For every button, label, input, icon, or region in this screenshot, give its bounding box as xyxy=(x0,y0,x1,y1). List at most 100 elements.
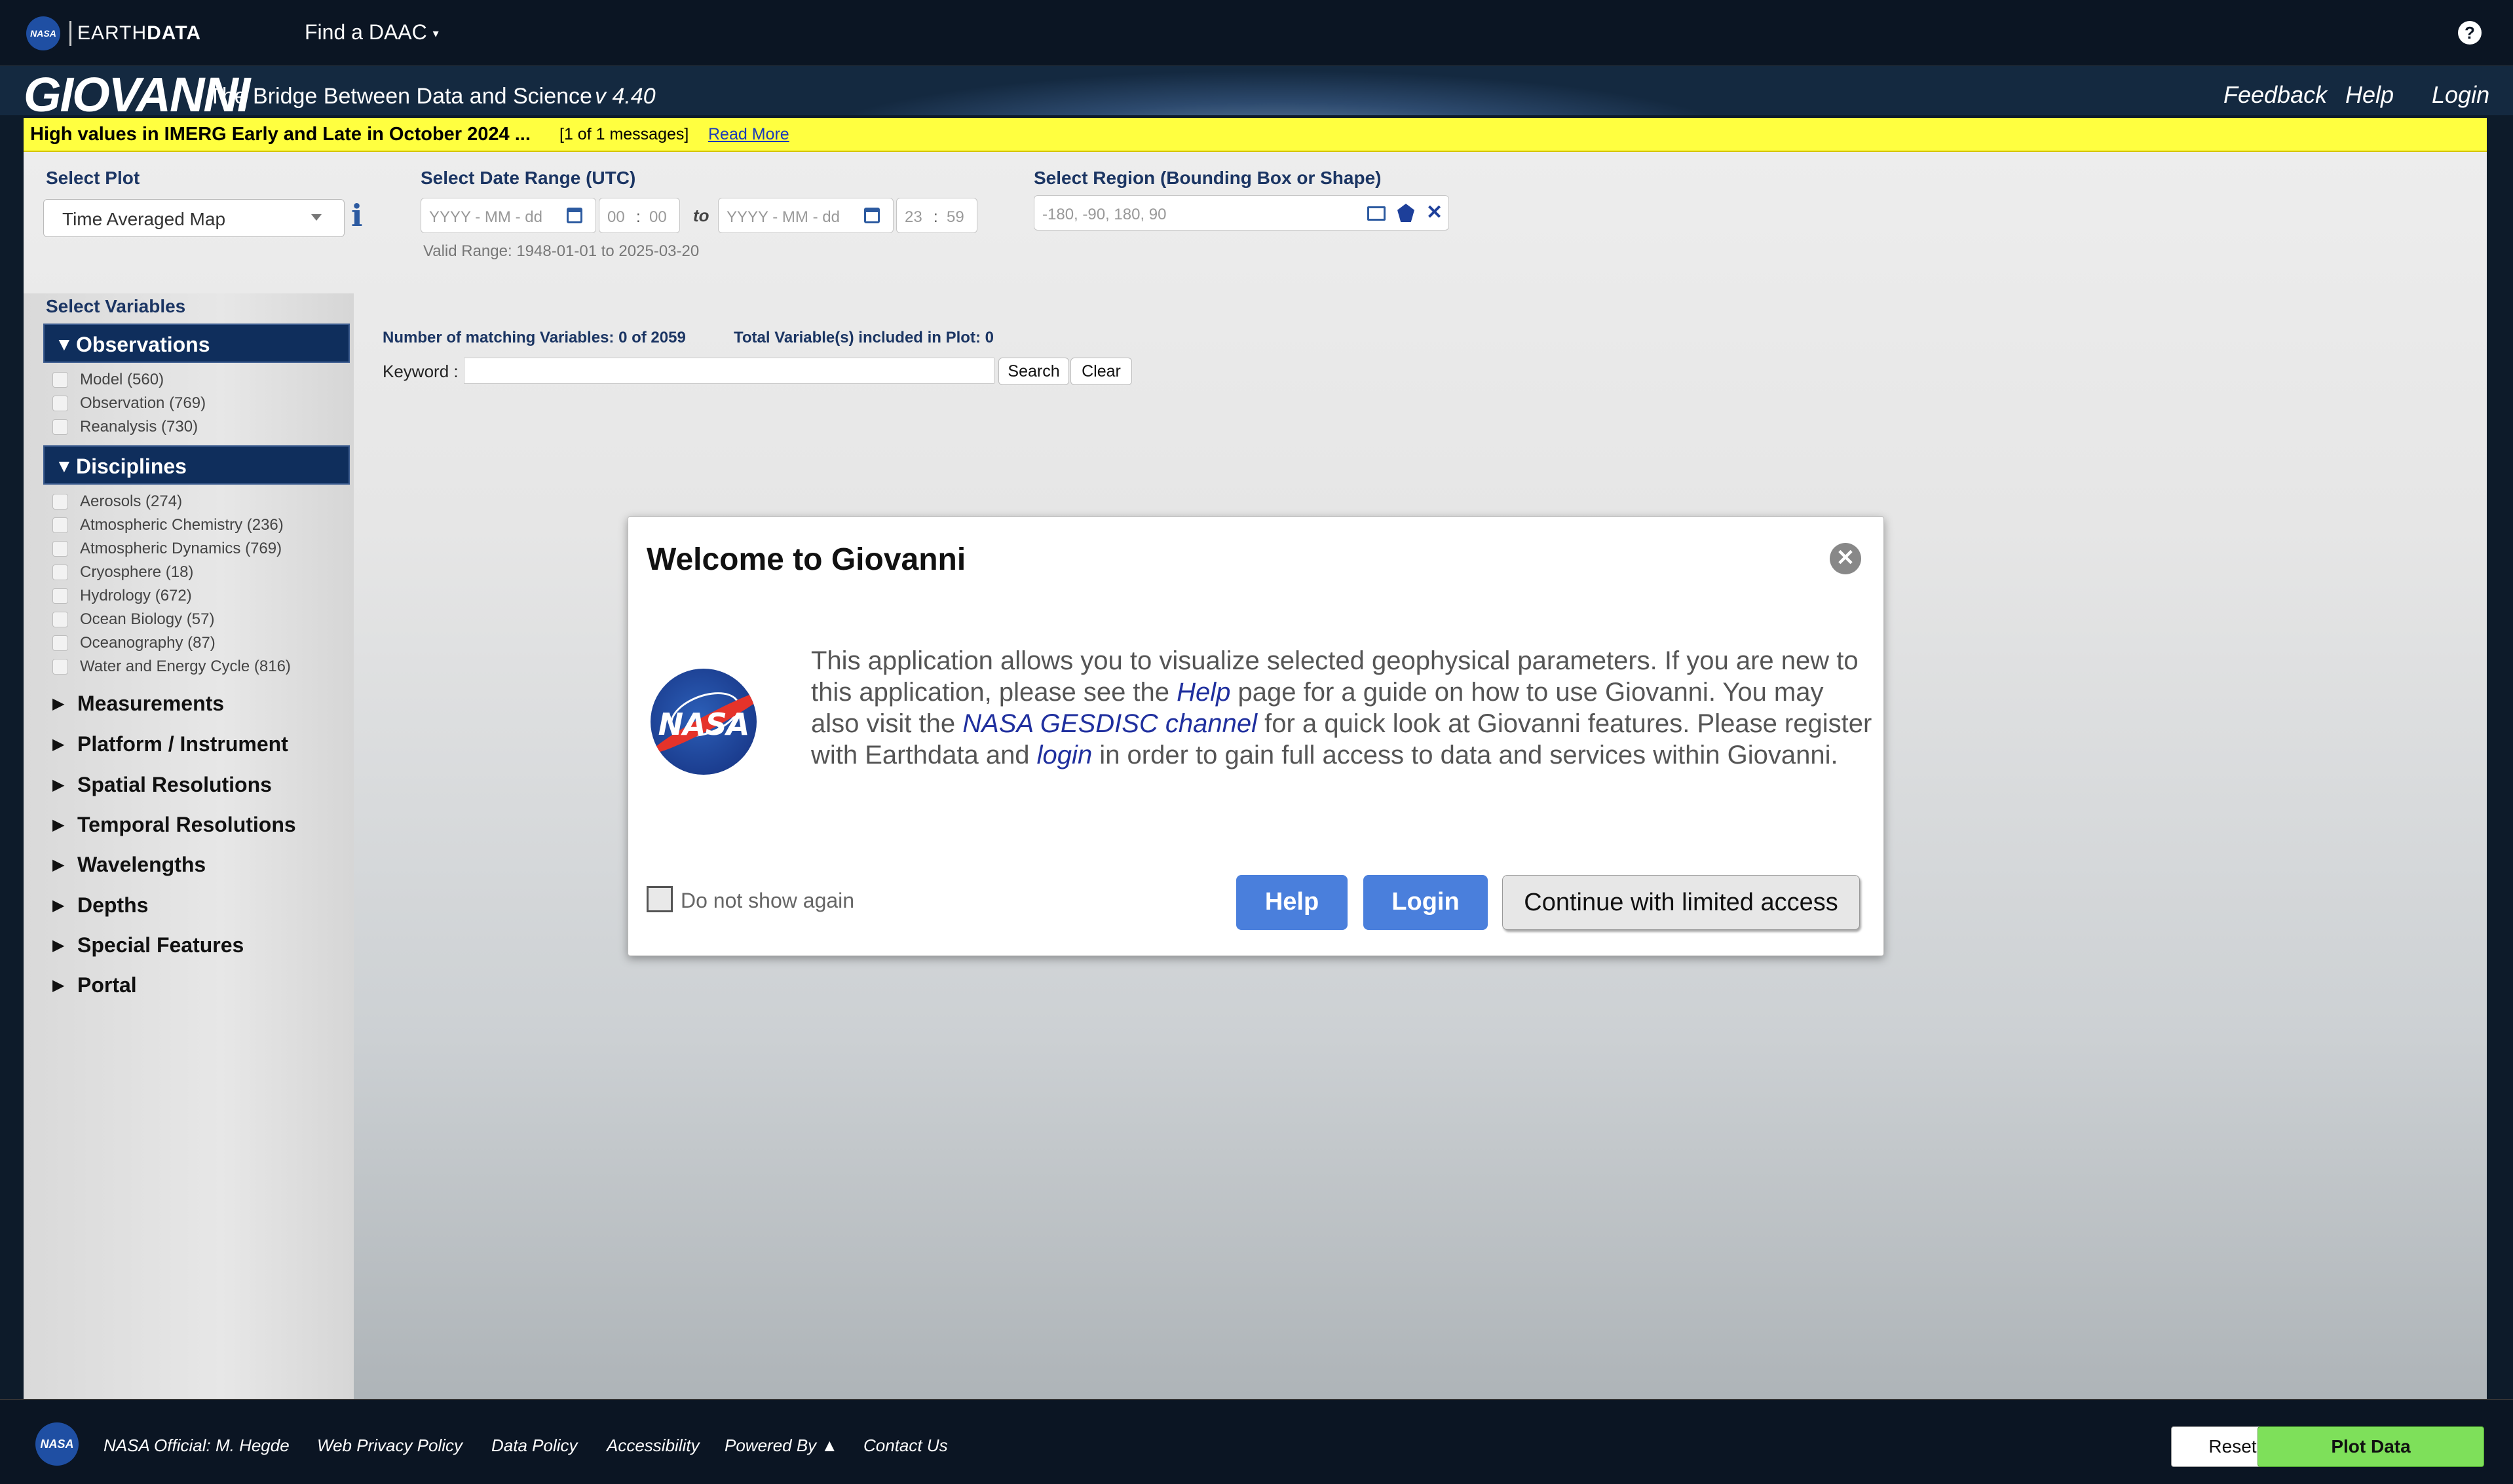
start-date-input[interactable]: YYYY - MM - dd xyxy=(421,198,596,233)
gesdisc-channel-link[interactable]: NASA GESDISC channel xyxy=(962,709,1257,738)
footer-official: NASA Official: M. Hegde xyxy=(104,1436,290,1455)
calendar-icon[interactable] xyxy=(864,208,880,223)
plot-type-select[interactable]: Time Averaged Map xyxy=(43,199,345,237)
facet-item-label: Hydrology (672) xyxy=(80,587,192,604)
find-daac-label: Find a DAAC xyxy=(305,20,427,44)
login-link[interactable]: login xyxy=(1037,741,1093,770)
collapsed-triangle-icon: ▶ xyxy=(52,856,65,874)
checkbox[interactable] xyxy=(52,494,68,510)
collapsed-triangle-icon: ▶ xyxy=(52,976,65,994)
checkbox[interactable] xyxy=(52,588,68,604)
question-icon[interactable]: ? xyxy=(2458,21,2482,45)
facet-item-label: Ocean Biology (57) xyxy=(80,610,215,628)
footer-powered-by-link[interactable]: Powered By ▲ xyxy=(725,1436,838,1456)
find-daac-menu[interactable]: Find a DAAC ▾ xyxy=(305,20,439,45)
expanded-triangle-icon: ▼ xyxy=(55,334,73,354)
feedback-link[interactable]: Feedback xyxy=(2223,81,2327,109)
start-time-input[interactable]: 00 : 00 xyxy=(599,198,680,233)
start-date-placeholder: YYYY - MM - dd xyxy=(429,208,542,226)
clear-region-icon[interactable]: ✕ xyxy=(1426,201,1443,224)
body-text: in order to gain full access to data and… xyxy=(1092,741,1838,770)
alert-count: [1 of 1 messages] xyxy=(559,125,689,143)
observations-title: Observations xyxy=(76,333,210,356)
checkbox[interactable] xyxy=(52,612,68,627)
facet-title: Temporal Resolutions xyxy=(77,813,296,836)
read-more-link[interactable]: Read More xyxy=(708,125,789,144)
shape-icon[interactable] xyxy=(1397,204,1414,222)
facet-title: Portal xyxy=(77,973,137,997)
dialog-body: This application allows you to visualize… xyxy=(811,645,1872,771)
welcome-dialog: Welcome to Giovanni ✕ NASA This applicat… xyxy=(628,516,1884,956)
end-date-input[interactable]: YYYY - MM - dd xyxy=(718,198,894,233)
facet-title: Spatial Resolutions xyxy=(77,773,272,796)
nasa-logo-icon[interactable]: NASA xyxy=(26,16,60,50)
checkbox[interactable] xyxy=(52,565,68,580)
brand-bold: DATA xyxy=(147,22,202,44)
select-plot-label: Select Plot xyxy=(46,168,140,188)
facet-item-label: Oceanography (87) xyxy=(80,634,216,652)
search-button[interactable]: Search xyxy=(998,358,1069,385)
footer-accessibility-link[interactable]: Accessibility xyxy=(607,1436,700,1456)
checkbox[interactable] xyxy=(52,659,68,675)
collapsed-triangle-icon: ▶ xyxy=(52,695,65,713)
checkbox[interactable] xyxy=(52,372,68,388)
tagline: The Bridge Between Data and Science xyxy=(208,84,592,109)
region-placeholder: -180, -90, 180, 90 xyxy=(1042,206,1167,223)
facet-title: Platform / Instrument xyxy=(77,732,288,756)
time-colon: : xyxy=(636,208,641,226)
help-link[interactable]: Help xyxy=(2345,81,2394,109)
nasa-logo-icon[interactable]: NASA xyxy=(35,1422,79,1466)
facet-title: Measurements xyxy=(77,692,225,715)
info-icon[interactable]: i xyxy=(351,199,368,232)
observations-facet-header[interactable]: ▼ Observations xyxy=(43,324,350,363)
login-link[interactable]: Login xyxy=(2432,81,2489,109)
calendar-icon[interactable] xyxy=(567,208,582,223)
facet-item-label: Water and Energy Cycle (816) xyxy=(80,658,291,675)
clear-button[interactable]: Clear xyxy=(1070,358,1132,385)
map-icon[interactable] xyxy=(1367,206,1386,221)
checkbox[interactable] xyxy=(52,635,68,651)
collapsed-triangle-icon: ▶ xyxy=(52,776,65,794)
brand-light: EARTH xyxy=(77,22,147,44)
end-min: 59 xyxy=(947,208,964,226)
close-icon[interactable]: ✕ xyxy=(1830,543,1861,574)
plot-data-button[interactable]: Plot Data xyxy=(2258,1426,2484,1467)
nasa-wordmark: NASA xyxy=(658,707,750,742)
valid-range: Valid Range: 1948-01-01 to 2025-03-20 xyxy=(423,242,700,260)
continue-limited-button[interactable]: Continue with limited access xyxy=(1502,875,1860,930)
end-time-input[interactable]: 23 : 59 xyxy=(896,198,977,233)
checkbox[interactable] xyxy=(52,541,68,557)
footer-privacy-link[interactable]: Web Privacy Policy xyxy=(317,1436,463,1456)
checkbox[interactable] xyxy=(647,886,673,912)
help-link[interactable]: Help xyxy=(1177,678,1230,707)
collapsed-triangle-icon: ▶ xyxy=(52,897,65,914)
region-label: Select Region (Bounding Box or Shape) xyxy=(1034,168,1382,188)
to-label: to xyxy=(693,206,709,225)
keyword-label: Keyword : xyxy=(383,362,459,381)
help-button[interactable]: Help xyxy=(1236,875,1348,930)
dialog-title: Welcome to Giovanni xyxy=(647,542,966,577)
disciplines-title: Disciplines xyxy=(76,454,187,478)
keyword-input[interactable] xyxy=(464,358,994,384)
facet-item-label: Aerosols (274) xyxy=(80,492,183,510)
plot-type-value: Time Averaged Map xyxy=(62,209,226,229)
footer-data-policy-link[interactable]: Data Policy xyxy=(491,1436,578,1456)
divider xyxy=(69,21,71,46)
caret-down-icon xyxy=(311,214,322,221)
facet-item-label: Cryosphere (18) xyxy=(80,563,194,581)
facet-title: Wavelengths xyxy=(77,853,206,876)
region-input[interactable]: -180, -90, 180, 90 ✕ xyxy=(1034,195,1449,231)
end-date-placeholder: YYYY - MM - dd xyxy=(727,208,840,226)
login-button[interactable]: Login xyxy=(1363,875,1488,930)
earthdata-brand[interactable]: EARTHDATA xyxy=(77,22,201,45)
checkbox[interactable] xyxy=(52,419,68,435)
alert-message: High values in IMERG Early and Late in O… xyxy=(30,124,531,145)
checkbox[interactable] xyxy=(52,396,68,411)
facet-item-label: Atmospheric Dynamics (769) xyxy=(80,540,282,557)
alert-banner: High values in IMERG Early and Late in O… xyxy=(24,118,2487,152)
facet-title: Special Features xyxy=(77,933,244,957)
checkbox[interactable] xyxy=(52,517,68,533)
facet-item-label: Reanalysis (730) xyxy=(80,418,198,436)
disciplines-facet-header[interactable]: ▼ Disciplines xyxy=(43,445,350,485)
footer-contact-link[interactable]: Contact Us xyxy=(863,1436,948,1456)
